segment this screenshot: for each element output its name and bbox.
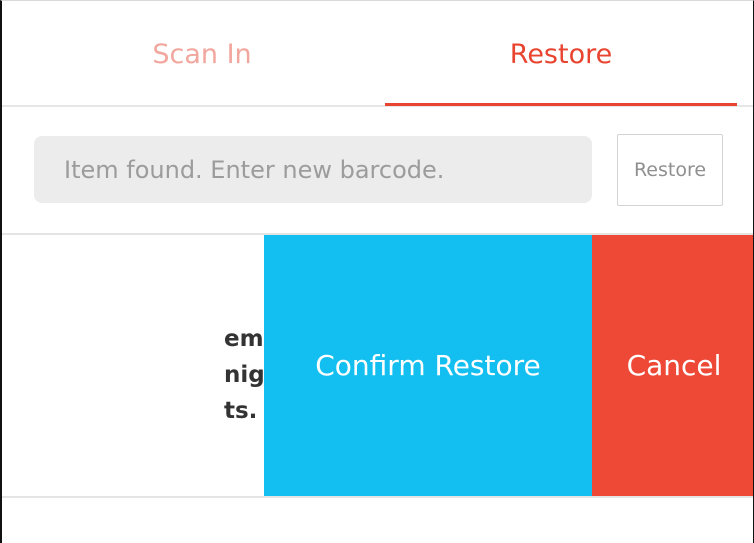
tab-bar: Scan In Restore <box>2 1 753 107</box>
list-item-content[interactable]: em, night ts. <box>2 235 264 496</box>
list-item-line: em, <box>224 326 264 352</box>
active-tab-indicator <box>385 103 737 106</box>
cancel-button[interactable]: Cancel <box>592 235 753 496</box>
barcode-input[interactable] <box>34 136 592 203</box>
app-window: Scan In Restore Restore em, night ts. Co… <box>0 0 754 543</box>
list-item-text: em, night ts. <box>2 321 264 429</box>
list-item-line: night <box>224 362 264 388</box>
tab-scan-in[interactable]: Scan In <box>22 1 382 107</box>
list-item[interactable]: em, night ts. Confirm Restore Cancel <box>2 233 753 498</box>
restore-button[interactable]: Restore <box>617 134 723 206</box>
tab-restore[interactable]: Restore <box>385 1 737 107</box>
list-item-line: ts. <box>224 398 258 424</box>
confirm-restore-button[interactable]: Confirm Restore <box>264 235 592 496</box>
